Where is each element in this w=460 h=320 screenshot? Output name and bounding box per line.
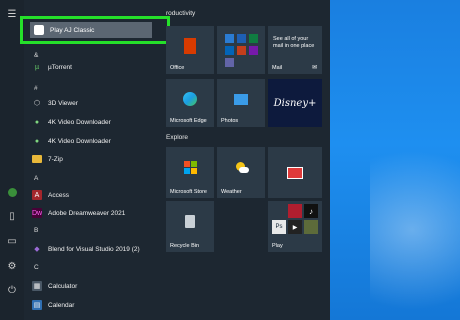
tile-label: Photos [221, 118, 239, 124]
dreamweaver-icon: Dw [31, 208, 43, 218]
game-icon [304, 220, 318, 234]
app-access[interactable]: A Access [32, 186, 160, 204]
utorrent-icon: µ [34, 63, 40, 71]
download-icon: ● [34, 137, 40, 145]
onenote-icon[interactable] [248, 45, 258, 55]
app-calendar[interactable]: ▤ Calendar [32, 296, 160, 314]
start-rail: ☰ ▯ ▭ ⚙ ⏻ [0, 0, 24, 320]
mail-envelope-icon: ✉ [311, 65, 317, 71]
app-calculator[interactable]: ▦ Calculator [32, 277, 160, 295]
blend-icon: ◆ [34, 246, 40, 253]
outlook-icon[interactable] [224, 33, 234, 43]
tile-office-apps-group[interactable] [217, 26, 265, 74]
desktop-background [330, 0, 460, 320]
app-7zip-folder[interactable]: 7-Zip [32, 150, 160, 168]
app-label: 3D Viewer [48, 99, 78, 107]
app-label: Calculator [48, 282, 78, 290]
app-dreamweaver[interactable]: Dw Adobe Dreamweaver 2021 [32, 204, 160, 222]
app-label: Blend for Visual Studio 2019 (2) [48, 245, 140, 253]
app-blend[interactable]: ◆ Blend for Visual Studio 2019 (2) [32, 240, 160, 258]
app-utorrent[interactable]: µ µTorrent [32, 58, 160, 76]
calculator-icon: ▦ [32, 281, 42, 291]
hamburger-menu-icon[interactable]: ☰ [6, 8, 18, 20]
tile-label: Play [272, 243, 283, 249]
photoshop-express-icon: Ps [272, 220, 286, 234]
pictures-icon[interactable]: ▭ [6, 235, 18, 247]
photos-icon [234, 93, 248, 105]
app-label: Access [48, 191, 69, 199]
word-icon[interactable] [236, 33, 246, 43]
app-label: 4K Video Downloader [48, 137, 111, 145]
tile-label: Microsoft Store [170, 189, 207, 195]
tile-disney-plus[interactable]: Disney+ [268, 79, 322, 127]
news-icon [287, 166, 303, 179]
app-label: Adobe Dreamweaver 2021 [48, 209, 126, 217]
tile-play-folder[interactable]: ♪ Ps ▶ Play [268, 201, 322, 252]
tile-label: Office [170, 65, 185, 71]
game-icon [288, 204, 302, 218]
tiktok-icon: ♪ [304, 204, 318, 218]
app-label: Calendar [48, 301, 75, 309]
letter-header[interactable]: A [34, 175, 38, 182]
play-apps-grid: ♪ Ps ▶ [272, 204, 318, 234]
tile-mail[interactable]: See all of your mail in one place ✉ Mail [268, 26, 322, 74]
tile-recycle-bin[interactable]: Recycle Bin [166, 201, 214, 252]
cube-icon: ⬡ [33, 100, 41, 107]
prime-video-icon: ▶ [288, 220, 302, 234]
section-title-explore[interactable]: Explore [166, 134, 188, 141]
app-3d-viewer[interactable]: ⬡ 3D Viewer [32, 94, 160, 112]
start-menu: ☰ ▯ ▭ ⚙ ⏻ Play AJ Classic & µ µTorrent #… [0, 0, 330, 320]
weather-sun-cloud-icon [234, 161, 249, 174]
power-icon[interactable]: ⏻ [6, 284, 18, 296]
highlight-box [20, 16, 170, 44]
app-4k-video-downloader-2[interactable]: ● 4K Video Downloader [32, 132, 160, 150]
mail-tile-text: See all of your mail in one place [273, 36, 315, 49]
app-label: 4K Video Downloader [48, 118, 111, 126]
tile-microsoft-store[interactable]: Microsoft Store [166, 147, 214, 198]
access-icon: A [32, 190, 42, 200]
office-apps-grid [224, 33, 258, 67]
tile-news[interactable] [268, 147, 322, 198]
excel-icon[interactable] [248, 33, 258, 43]
tile-label: Microsoft Edge [170, 118, 207, 124]
store-icon [183, 161, 197, 174]
office-icon [184, 38, 196, 54]
letter-header[interactable]: B [34, 227, 38, 234]
tile-weather[interactable]: Weather [217, 147, 265, 198]
onedrive-icon[interactable] [224, 45, 234, 55]
tile-office[interactable]: Office [166, 26, 214, 74]
app-label: 7-Zip [48, 155, 63, 163]
powerpoint-icon[interactable] [236, 45, 246, 55]
edge-icon [183, 92, 197, 106]
calendar-icon: ▤ [32, 300, 42, 310]
settings-gear-icon[interactable]: ⚙ [6, 260, 18, 272]
app-4k-video-downloader[interactable]: ● 4K Video Downloader [32, 113, 160, 131]
tile-microsoft-edge[interactable]: Microsoft Edge [166, 79, 214, 127]
disney-logo: Disney+ [273, 97, 317, 109]
recycle-bin-icon [185, 215, 195, 228]
tile-label: Mail [272, 65, 283, 71]
letter-header[interactable]: C [34, 264, 39, 271]
user-avatar-icon[interactable] [6, 186, 18, 198]
app-list: Play AJ Classic & µ µTorrent # ⬡ 3D View… [24, 0, 177, 320]
app-label: µTorrent [48, 63, 72, 71]
teams-icon[interactable] [224, 57, 234, 67]
tile-label: Weather [221, 189, 242, 195]
tile-label: Recycle Bin [170, 243, 200, 249]
download-icon: ● [34, 118, 40, 126]
tile-photos[interactable]: Photos [217, 79, 265, 127]
letter-header[interactable]: # [34, 85, 38, 92]
documents-icon[interactable]: ▯ [6, 210, 18, 222]
section-title-productivity[interactable]: roductivity [166, 10, 195, 17]
folder-icon [32, 155, 42, 163]
